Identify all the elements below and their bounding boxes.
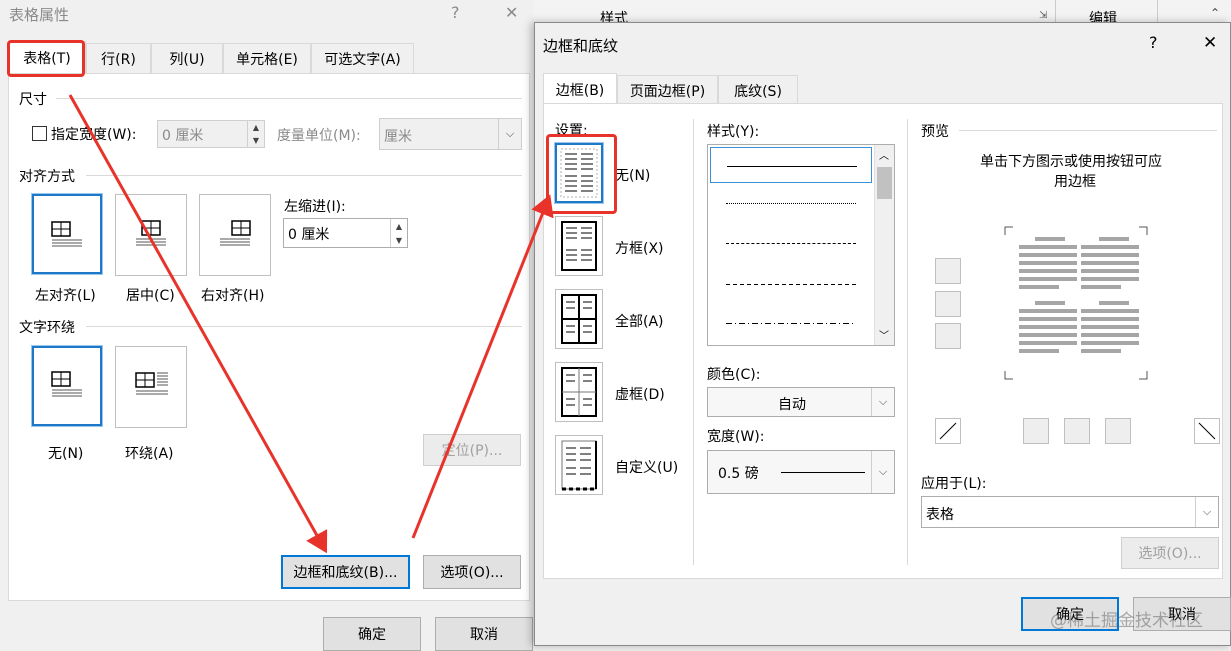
- annotation-arrows: [68, 94, 554, 554]
- arrow-to-setting-none: [411, 194, 554, 539]
- arrow-to-borders-button: [68, 94, 328, 554]
- watermark: @稀土掘金技术社区: [1050, 611, 1203, 631]
